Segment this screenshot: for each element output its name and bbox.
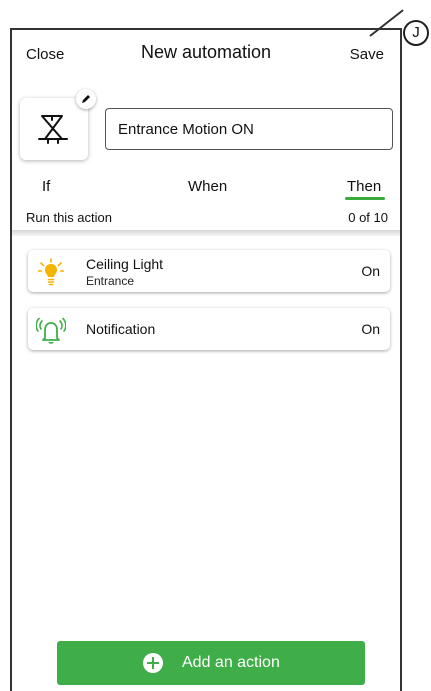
- tab-then[interactable]: Then: [347, 178, 381, 195]
- edit-icon-button[interactable]: [76, 89, 96, 109]
- save-button[interactable]: Save: [350, 46, 384, 63]
- notification-bell-icon: [36, 317, 66, 344]
- page-title: New automation: [140, 42, 272, 62]
- section-divider: [12, 230, 400, 236]
- callout-marker: J: [403, 20, 429, 46]
- action-item-notification[interactable]: Notification On: [28, 308, 390, 350]
- plus-circle-icon: [143, 653, 163, 673]
- section-title: Run this action: [26, 210, 112, 225]
- automation-name-input[interactable]: [105, 108, 393, 150]
- tab-when[interactable]: When: [188, 178, 227, 195]
- action-state: On: [361, 321, 380, 337]
- add-action-label: Add an action: [182, 654, 280, 671]
- action-title: Ceiling Light: [86, 256, 164, 272]
- actions-section-header: Run this action 0 of 10: [12, 208, 400, 230]
- active-tab-indicator: [345, 197, 385, 200]
- automation-icon-tile[interactable]: [20, 98, 88, 160]
- action-subtitle: Entrance: [86, 274, 135, 288]
- action-count: 0 of 10: [348, 210, 388, 225]
- action-item-ceiling-light[interactable]: Ceiling Light Entrance On: [28, 250, 390, 292]
- tab-bar: If When Then: [12, 172, 400, 202]
- action-state: On: [361, 263, 380, 279]
- action-title: Notification: [86, 321, 156, 337]
- app-screen: Close New automation Save If When Then R…: [10, 28, 402, 691]
- pencil-icon: [82, 95, 90, 103]
- motion-sensor-icon: [38, 115, 68, 144]
- add-action-button[interactable]: Add an action: [57, 641, 365, 685]
- tab-if[interactable]: If: [42, 178, 50, 195]
- header: Close New automation Save: [12, 30, 400, 80]
- light-bulb-icon: [38, 258, 64, 286]
